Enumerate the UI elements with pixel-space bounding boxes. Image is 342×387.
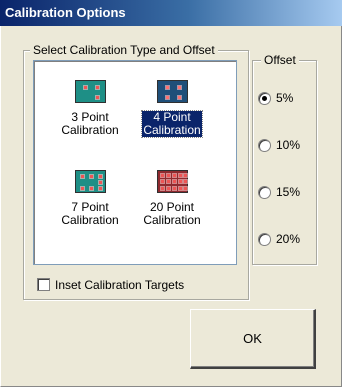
- radio-button-icon[interactable]: [258, 91, 271, 105]
- option-4-point-label: 4 Point Calibration: [141, 110, 203, 138]
- seven-point-target-icon: [74, 170, 106, 193]
- inset-calibration-targets-checkbox[interactable]: [37, 278, 50, 291]
- offset-radio-15[interactable]: 15%: [258, 184, 318, 200]
- offset-group-title: Offset: [261, 53, 299, 67]
- offset-radio-5[interactable]: 5%: [258, 90, 318, 106]
- option-3-point-label: 3 Point Calibration: [61, 110, 119, 137]
- offset-radio-10[interactable]: 10%: [258, 137, 318, 153]
- radio-button-icon[interactable]: [258, 232, 271, 246]
- inset-calibration-targets-row[interactable]: Inset Calibration Targets: [37, 277, 184, 292]
- offset-radio-20[interactable]: 20%: [258, 231, 318, 247]
- option-7-point-label: 7 Point Calibration: [61, 200, 119, 227]
- offset-radio-label: 10%: [276, 138, 301, 152]
- offset-radio-label: 5%: [276, 91, 294, 105]
- four-point-target-icon: [156, 80, 188, 103]
- option-3-point-calibration[interactable]: 3 Point Calibration: [50, 80, 130, 137]
- radio-button-icon[interactable]: [258, 138, 271, 152]
- offset-radio-label: 15%: [276, 185, 301, 199]
- inset-calibration-targets-label: Inset Calibration Targets: [55, 277, 185, 292]
- option-7-point-calibration[interactable]: 7 Point Calibration: [50, 170, 130, 227]
- radio-button-icon[interactable]: [258, 185, 271, 199]
- window-title: Calibration Options: [0, 0, 342, 26]
- three-point-target-icon: [74, 80, 106, 103]
- twenty-point-target-icon: [156, 170, 188, 193]
- calibration-group-title: Select Calibration Type and Offset: [30, 43, 218, 57]
- option-20-point-label: 20 Point Calibration: [143, 200, 201, 227]
- option-4-point-calibration[interactable]: 4 Point Calibration: [132, 80, 212, 138]
- calibration-type-picker: 3 Point Calibration 4 Point Calibration: [33, 60, 237, 265]
- option-20-point-calibration[interactable]: 20 Point Calibration: [132, 170, 212, 227]
- ok-button[interactable]: OK: [190, 309, 316, 369]
- offset-radio-label: 20%: [276, 232, 301, 246]
